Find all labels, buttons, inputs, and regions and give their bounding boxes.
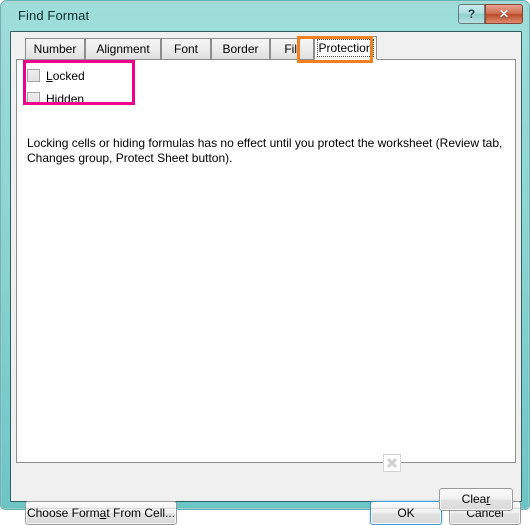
locked-checkbox[interactable] [27,69,40,82]
protection-note: Locking cells or hiding formulas has no … [27,136,503,165]
tab-protection-label: Protection [318,41,373,55]
hidden-label-rest: den [64,91,85,106]
locked-label-rest: ocked [52,68,85,83]
tab-font[interactable]: Font [161,38,211,59]
tab-fill-label: Fill [284,42,300,56]
clear-button[interactable]: Clear [439,488,513,511]
choose-format-label-post: t From Cell... [106,506,176,520]
tab-border[interactable]: Border [211,38,270,59]
tab-font-label: Font [173,42,198,56]
dialog-window: Find Format ? ✕ Number Alignment Font Bo… [0,0,530,525]
broken-image-icon [383,454,401,472]
tab-border-label: Border [222,42,259,56]
hidden-checkbox[interactable] [27,92,40,105]
locked-checkbox-label: Locked [46,69,85,83]
clear-mnemonic: r [486,492,491,506]
hidden-checkbox-label: Hidden [46,92,84,106]
tab-protection[interactable]: Protection [314,36,377,60]
tab-number[interactable]: Number [25,38,85,59]
hidden-label-pre: Hi [46,91,58,106]
locked-mnemonic: L [46,68,53,83]
hidden-checkbox-row[interactable]: Hidden [27,90,84,107]
title-bar: Find Format ? ✕ [1,1,530,31]
ok-button[interactable]: OK [370,501,442,525]
clear-label-pre: Clea [461,492,487,506]
window-title: Find Format [18,8,90,23]
help-button[interactable]: ? [458,4,485,24]
tab-number-label: Number [33,42,77,56]
tab-alignment-label: Alignment [96,42,150,56]
protection-tab-panel: Locked Hidden Locking cells or hiding fo… [16,59,516,511]
dialog-client-area: Number Alignment Font Border Fill Protec… [10,31,522,525]
close-button[interactable]: ✕ [485,4,523,24]
tab-strip: Number Alignment Font Border Fill Protec… [11,36,521,60]
choose-format-label-pre: Choose Form [26,506,100,520]
tab-alignment[interactable]: Alignment [85,38,161,59]
tab-fill[interactable]: Fill [270,38,314,59]
locked-checkbox-row[interactable]: Locked [27,67,85,84]
choose-format-from-cell-button[interactable]: Choose Format From Cell... [25,501,177,525]
